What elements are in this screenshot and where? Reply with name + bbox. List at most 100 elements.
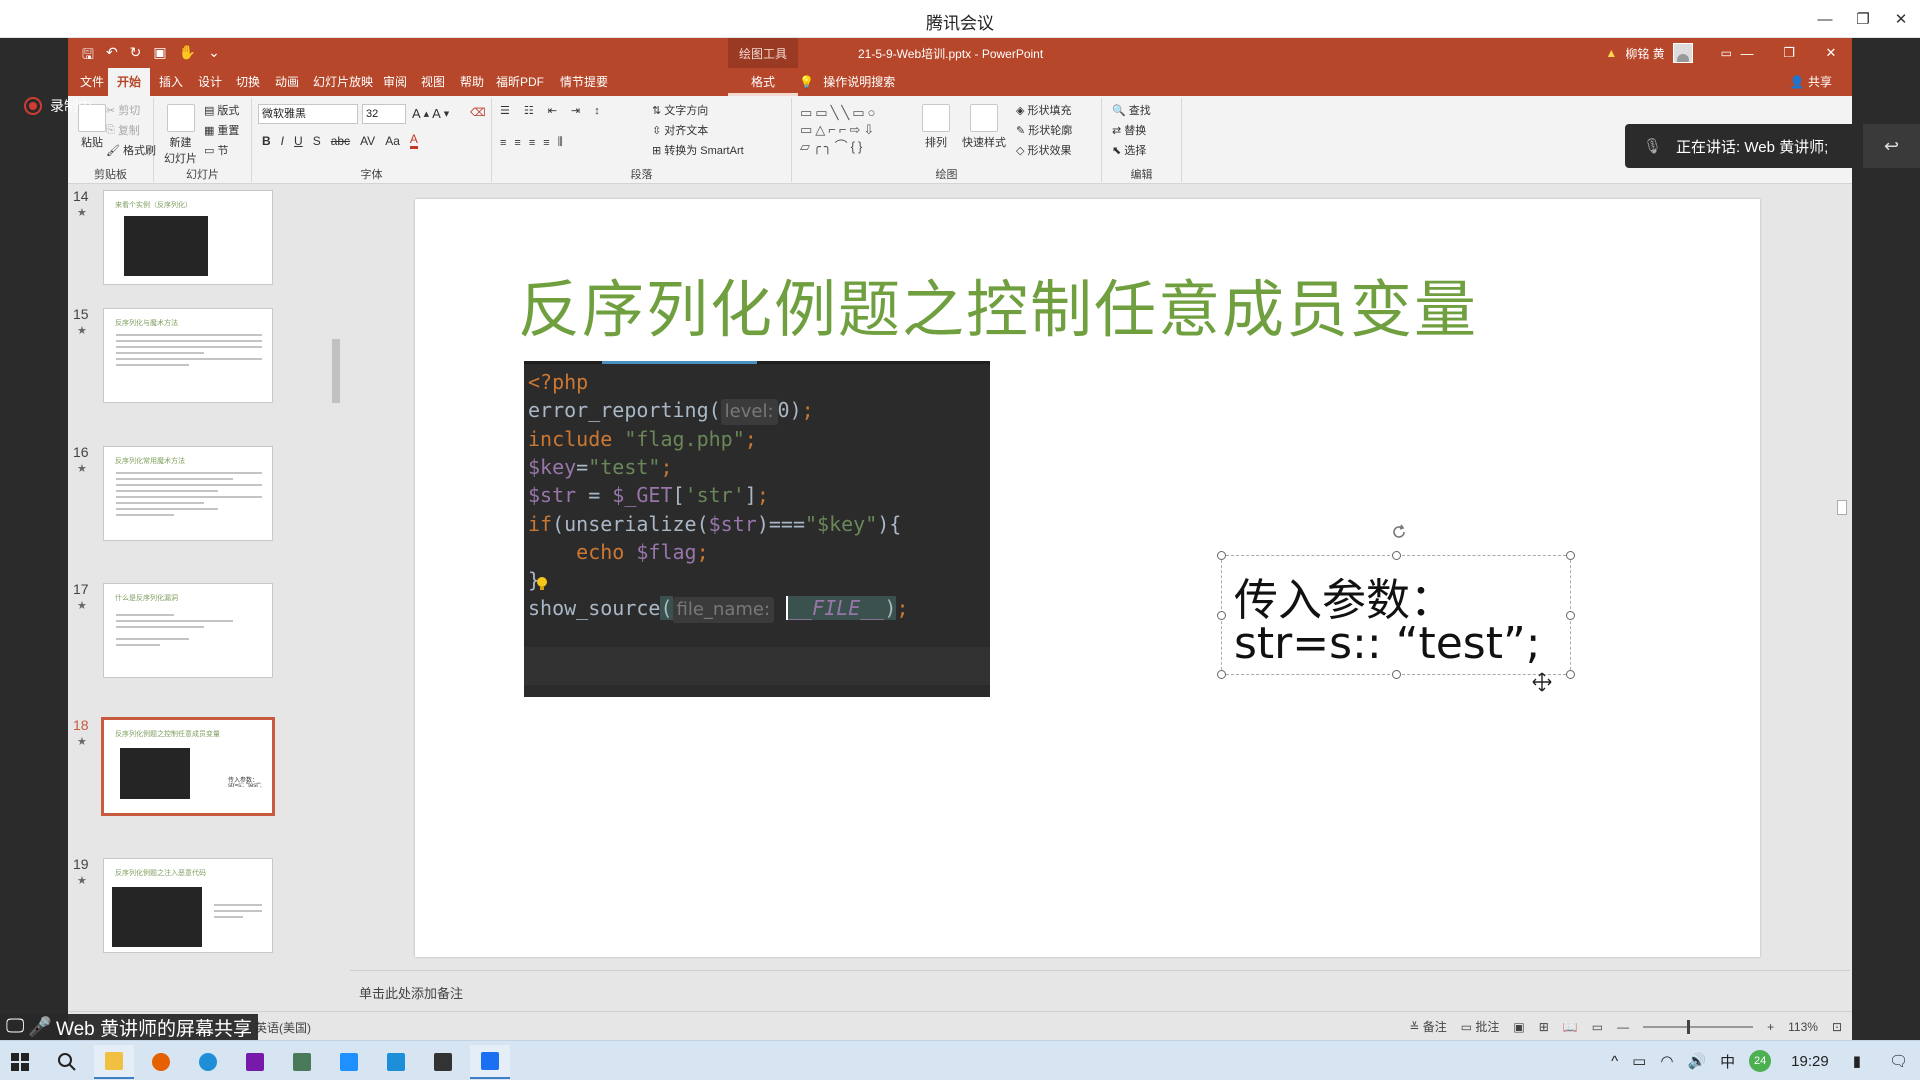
resize-handle[interactable] — [1566, 611, 1575, 620]
zoom-out-icon[interactable]: — — [1617, 1020, 1629, 1034]
resize-handle[interactable] — [1566, 551, 1575, 560]
settings-app-icon[interactable] — [282, 1045, 322, 1079]
restore-icon[interactable]: ❐ — [1844, 0, 1882, 38]
align-center-icon[interactable]: ≡ — [514, 137, 520, 149]
align-text-button[interactable]: ⇳ 对齐文本 — [652, 122, 708, 138]
tab-view[interactable]: 视图 — [412, 68, 454, 96]
tab-animations[interactable]: 动画 — [266, 68, 308, 96]
text-box-line[interactable]: str=s:: “test”; — [1234, 618, 1541, 669]
app-p-icon[interactable] — [329, 1045, 369, 1079]
resize-handle[interactable] — [1392, 551, 1401, 560]
clear-format-icon[interactable]: ⌫ — [470, 106, 486, 119]
font-size-field[interactable]: 32 — [362, 104, 406, 124]
copy-button[interactable]: ⎘ 复制 — [106, 122, 140, 138]
shape-fill-button[interactable]: ◈ 形状填充 — [1016, 102, 1071, 118]
notes-pane[interactable]: 单击此处添加备注 — [350, 970, 1850, 1010]
slide-thumbnail[interactable]: 反序列化例题之注入恶意代码 — [103, 858, 273, 953]
present-icon[interactable]: ▣ — [153, 44, 166, 68]
ime-indicator[interactable]: 中 — [1720, 1051, 1735, 1072]
slide-sorter-icon[interactable]: ⊞ — [1539, 1020, 1549, 1034]
tab-file[interactable]: 文件 — [71, 68, 113, 96]
normal-view-icon[interactable]: ▣ — [1513, 1020, 1524, 1034]
quick-styles-button[interactable]: 快速样式 — [962, 104, 1006, 150]
wechat-badge[interactable]: 24 — [1749, 1050, 1772, 1072]
tencent-meeting-icon[interactable] — [470, 1045, 510, 1079]
reset-button[interactable]: ▦ 重置 — [204, 122, 239, 138]
spacing-icon[interactable]: AV — [360, 134, 375, 148]
onenote-icon[interactable] — [235, 1045, 275, 1079]
shape-outline-button[interactable]: ✎ 形状轮廓 — [1016, 122, 1072, 138]
tab-design[interactable]: 设计 — [189, 68, 231, 96]
list-buttons[interactable]: ☰ ☷ ⇤ ⇥ ↕ — [500, 104, 600, 118]
tab-home[interactable]: 开始 — [108, 68, 151, 96]
strikethrough-icon[interactable]: abc — [331, 134, 350, 148]
touch-mode-icon[interactable]: ✋ — [179, 44, 196, 68]
edge-icon[interactable] — [188, 1045, 228, 1079]
align-right-icon[interactable]: ≡ — [529, 137, 535, 149]
notes-placeholder[interactable]: 单击此处添加备注 — [359, 983, 463, 1002]
comments-button[interactable]: ▭ 批注 — [1461, 1018, 1500, 1035]
bold-icon[interactable]: B — [262, 134, 271, 148]
justify-icon[interactable]: ≡ — [543, 137, 549, 149]
language-indicator[interactable]: 英语(美国) — [255, 1019, 311, 1036]
ppt-minimize-icon[interactable]: — — [1726, 38, 1768, 68]
minimize-icon[interactable]: — — [1806, 0, 1844, 38]
start-icon[interactable] — [0, 1045, 40, 1079]
slide-thumbnail[interactable]: 反序列化与魔术方法 — [103, 308, 273, 403]
shadow-icon[interactable]: S — [313, 134, 321, 148]
reading-view-icon[interactable]: 📖 — [1563, 1020, 1578, 1034]
fit-to-window-icon[interactable]: ⊡ — [1832, 1020, 1842, 1034]
save-icon[interactable]: 🖫 — [82, 44, 94, 68]
zoom-slider[interactable] — [1643, 1019, 1754, 1034]
volume-icon[interactable]: 🔊 — [1687, 1052, 1706, 1070]
tab-format[interactable]: 格式 — [728, 68, 798, 96]
tab-foxit-pdf[interactable]: 福昕PDF — [487, 68, 553, 96]
share-button[interactable]: 👤 共享 — [1790, 68, 1832, 96]
italic-icon[interactable]: I — [281, 134, 284, 148]
slide-thumbnail[interactable]: 什么是反序列化漏洞 — [103, 583, 273, 678]
avatar[interactable] — [1672, 43, 1693, 63]
battery-icon[interactable]: ▭ — [1632, 1052, 1646, 1070]
app-tray-icon[interactable]: ▮ — [1853, 1052, 1861, 1070]
new-slide-button[interactable]: 新建 幻灯片 — [164, 104, 197, 166]
font-color-icon[interactable]: A — [409, 132, 418, 149]
replace-button[interactable]: ⇄ 替换 — [1112, 122, 1146, 138]
layout-button[interactable]: ▤ 版式 — [204, 102, 239, 118]
resize-handle[interactable] — [1566, 670, 1575, 679]
grow-font-button[interactable]: A ▴ A ▾ — [412, 106, 449, 121]
cut-button[interactable]: ✂ 剪切 — [106, 102, 140, 118]
shape-effects-button[interactable]: ◇ 形状效果 — [1016, 142, 1071, 158]
customize-qat-icon[interactable]: ⌄ — [208, 44, 220, 68]
redo-icon[interactable]: ↻ — [130, 44, 142, 68]
align-buttons[interactable]: ≡ ≡ ≡ ≡ ⫼ — [500, 136, 563, 149]
zoom-in-icon[interactable]: + — [1767, 1020, 1774, 1034]
resize-handle[interactable] — [1217, 670, 1226, 679]
slide-thumbnail-selected[interactable]: 反序列化例题之控制任意成员变量 传入参数： str=s:: "test"; — [101, 717, 275, 816]
tab-review[interactable]: 审阅 — [374, 68, 416, 96]
code-screenshot[interactable]: <?php error_reporting(level: 0); include … — [524, 361, 990, 697]
columns-icon[interactable]: ⫼ — [558, 136, 563, 149]
tab-slideshow[interactable]: 幻灯片放映 — [304, 68, 382, 96]
resize-handle[interactable] — [1217, 551, 1226, 560]
notification-icon[interactable]: 🗨 — [1889, 1052, 1908, 1070]
selected-text-box[interactable]: 传入参数： str=s:: “test”; — [1217, 524, 1575, 692]
user-area[interactable]: ▲ 柳铭 黄 ▭ — [1605, 43, 1732, 63]
resize-handle[interactable] — [1217, 611, 1226, 620]
rotate-handle-icon[interactable] — [1389, 522, 1409, 542]
slide-thumbnail[interactable]: 反序列化常用魔术方法 — [103, 446, 273, 541]
chevron-up-icon[interactable]: ^ — [1611, 1053, 1618, 1070]
close-icon[interactable]: ✕ — [1882, 0, 1920, 38]
slide-scrollbar[interactable] — [1834, 332, 1848, 1040]
shapes-gallery[interactable]: ▭▭╲╲▭○ ▭△⌐⌐⇨⇩ ▱╭╮⌒{} — [800, 104, 910, 158]
app-icon[interactable] — [376, 1045, 416, 1079]
font-style-buttons[interactable]: B I U Sabc AV Aa A — [262, 132, 418, 149]
smartart-button[interactable]: ⊞ 转换为 SmartArt — [652, 142, 744, 158]
slide-thumbnail[interactable]: 来看个实例（反序列化） — [103, 190, 273, 285]
firefox-icon[interactable] — [141, 1045, 181, 1079]
notes-button[interactable]: ≚ 备注 — [1409, 1018, 1446, 1035]
tab-transitions[interactable]: 切换 — [227, 68, 269, 96]
line-spacing-icon[interactable]: ↕ — [594, 105, 600, 117]
slide-canvas[interactable]: 反序列化例题之控制任意成员变量 <?php error_reporting(le… — [415, 199, 1760, 957]
align-left-icon[interactable]: ≡ — [500, 137, 506, 149]
find-button[interactable]: 🔍 查找 — [1112, 102, 1151, 118]
